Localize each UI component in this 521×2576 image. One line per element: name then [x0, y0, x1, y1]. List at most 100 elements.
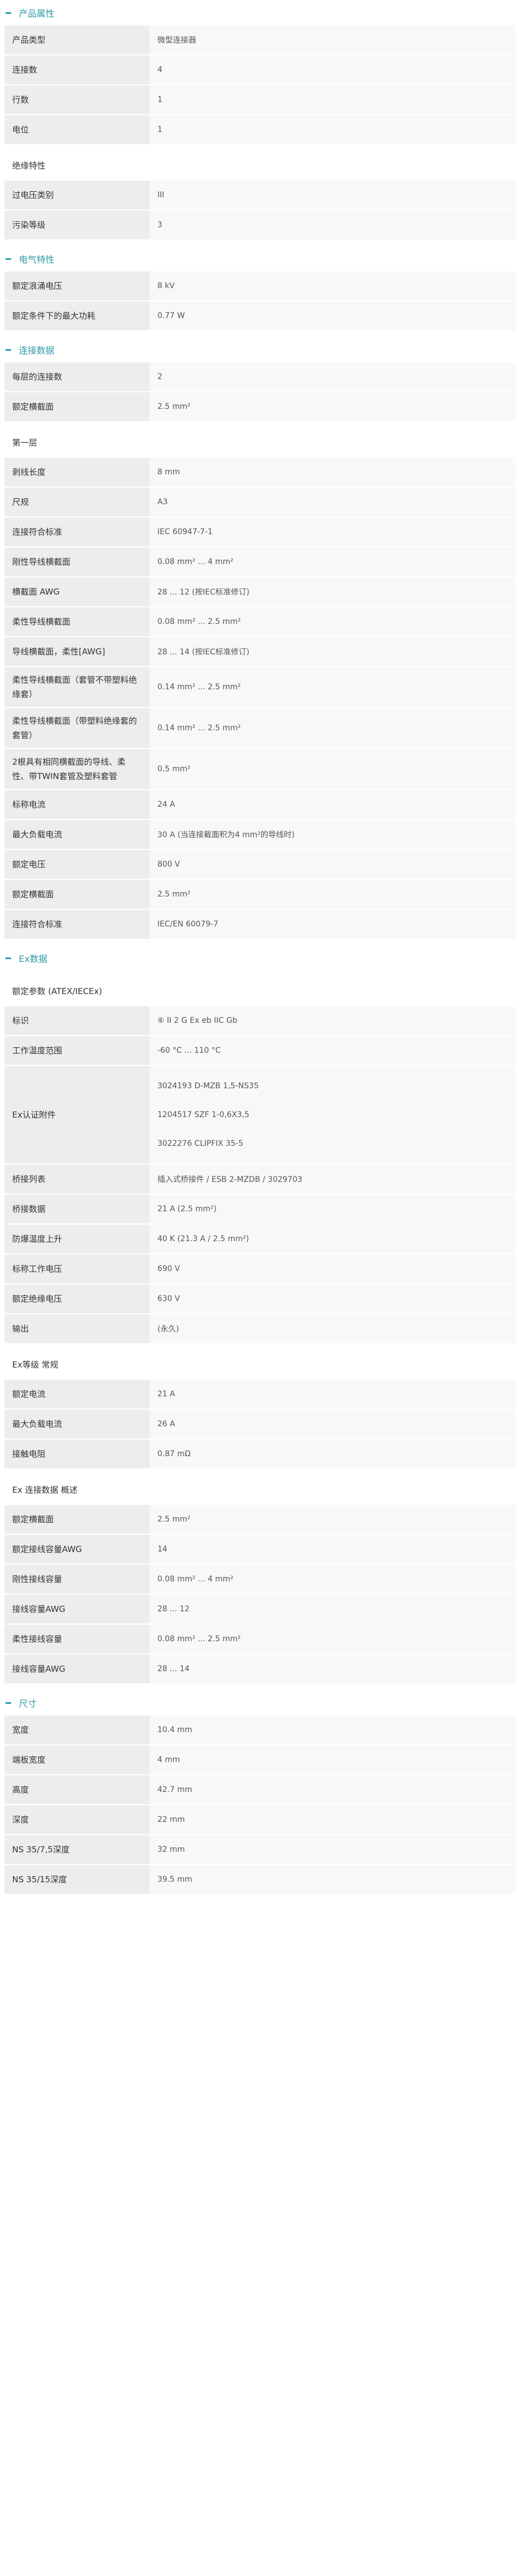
collapse-dash-icon[interactable]	[6, 258, 11, 260]
spec-value: 800 V	[150, 850, 515, 879]
spec-row: 连接符合标准 IEC 60947-7-1	[4, 518, 515, 547]
section-title: 电气特性	[19, 254, 55, 265]
spec-label: 尺规	[4, 488, 150, 516]
spec-row: 输出 (永久)	[4, 1314, 515, 1344]
spec-value-line: 3024193 D-MZB 1,5-NS35	[157, 1082, 259, 1090]
spec-label: 桥接列表	[4, 1165, 150, 1194]
spec-value-line: 21 A	[157, 1390, 175, 1399]
spec-value: 8 kV	[150, 272, 515, 300]
spec-value-line: 0.5 mm²	[157, 765, 191, 774]
spec-row: 电位 1	[4, 115, 515, 145]
spec-value-line: 14	[157, 1545, 167, 1554]
spec-row: 每层的连接数 2	[4, 362, 515, 392]
spec-row: 2根具有相同横截面的导线、柔性、带TWIN套管及塑料套管 0.5 mm²	[4, 749, 515, 790]
spec-value-line: 8 mm	[157, 468, 180, 477]
spec-value-line: 800 V	[157, 860, 180, 869]
spec-label: 深度	[4, 1805, 150, 1834]
spec-label: 最大负载电流	[4, 820, 150, 849]
spec-row: 柔性接线容量 0.08 mm² ... 2.5 mm²	[4, 1625, 515, 1655]
spec-row: 防爆温度上升 40 K (21.3 A / 2.5 mm²)	[4, 1225, 515, 1254]
product-spec-page: 产品属性 产品类型 微型连接器 连接数 4 行数 1 电位 1 绝缘特性 过电压类别 III 污染等级 3…	[0, 0, 521, 1895]
spec-value-line: -60 °C ... 110 °C	[157, 1046, 221, 1055]
spec-label: 柔性接线容量	[4, 1625, 150, 1653]
spec-value: IEC/EN 60079-7	[150, 910, 515, 939]
section-header[interactable]: 电气特性	[0, 246, 521, 272]
spec-value-line: 0.08 mm² ... 2.5 mm²	[157, 617, 241, 626]
spec-value: ⑥ II 2 G Ex eb IIC Gb	[150, 1006, 515, 1035]
subsection-title: 第一层	[12, 437, 38, 448]
collapse-dash-icon[interactable]	[6, 12, 11, 14]
spec-row: 接线容量AWG 28 ... 12	[4, 1595, 515, 1625]
spec-label: 端板宽度	[4, 1745, 150, 1774]
spec-value: 0.14 mm² ... 2.5 mm²	[150, 667, 515, 707]
subsection-title: Ex等级 常规	[12, 1359, 59, 1370]
spec-value-line: ⑥ II 2 G Ex eb IIC Gb	[157, 1016, 238, 1025]
section-header[interactable]: Ex数据	[0, 945, 521, 971]
spec-label: 额定电流	[4, 1380, 150, 1409]
spec-row: 连接数 4	[4, 55, 515, 85]
section-header[interactable]: 产品属性	[0, 0, 521, 25]
spec-label: 输出	[4, 1314, 150, 1343]
spec-value: III	[150, 181, 515, 209]
spec-label: 标称工作电压	[4, 1254, 150, 1283]
spec-label: 刚性导线横截面	[4, 547, 150, 576]
section-title: Ex数据	[19, 954, 48, 964]
spec-row: Ex认证附件 3024193 D-MZB 1,5-NS35 1204517 SZF …	[4, 1066, 515, 1165]
spec-label: 工作温度范围	[4, 1036, 150, 1065]
section-header[interactable]: 连接数据	[0, 337, 521, 362]
collapse-dash-icon[interactable]	[6, 1702, 11, 1704]
spec-value: -60 °C ... 110 °C	[150, 1036, 515, 1065]
spec-row: 桥接列表 插入式桥接件 / ESB 2-MZDB / 3029703	[4, 1165, 515, 1195]
spec-value-line: 2.5 mm²	[157, 1515, 191, 1524]
spec-label: 2根具有相同横截面的导线、柔性、带TWIN套管及塑料套管	[4, 749, 150, 789]
spec-value-line: 28 ... 12 (按IEC标准修订)	[157, 588, 250, 597]
spec-value-line: 2.5 mm²	[157, 402, 191, 411]
spec-value: 4	[150, 55, 515, 84]
spec-label: 额定接线容量AWG	[4, 1535, 150, 1564]
spec-label: 接触电阻	[4, 1440, 150, 1468]
spec-label: Ex认证附件	[4, 1066, 150, 1164]
spec-value-line: 0.08 mm² ... 4 mm²	[157, 557, 234, 566]
spec-value-line: 39.5 mm	[157, 1875, 192, 1884]
spec-value: 0.5 mm²	[150, 749, 515, 789]
spec-value-line: 26 A	[157, 1420, 175, 1428]
section-header[interactable]: 尺寸	[0, 1690, 521, 1715]
spec-value-line: 30 A (当连接截面积为4 mm²的导线时)	[157, 831, 295, 839]
spec-row: 行数 1	[4, 85, 515, 115]
spec-label: 柔性导线横截面	[4, 607, 150, 636]
spec-row: 柔性导线横截面（套管不带塑料绝缘套） 0.14 mm² ... 2.5 mm²	[4, 667, 515, 708]
spec-value: 21 A (2.5 mm²)	[150, 1195, 515, 1223]
spec-row: NS 35/15深度 39.5 mm	[4, 1865, 515, 1895]
collapse-dash-icon[interactable]	[6, 957, 11, 959]
spec-value-line: 40 K (21.3 A / 2.5 mm²)	[157, 1235, 249, 1243]
spec-label: NS 35/7,5深度	[4, 1835, 150, 1864]
spec-label: 防爆温度上升	[4, 1225, 150, 1253]
spec-value: 21 A	[150, 1380, 515, 1409]
spec-value: 10.4 mm	[150, 1715, 515, 1744]
spec-label: 连接数	[4, 55, 150, 84]
spec-value-line: 690 V	[157, 1264, 180, 1273]
spec-label: NS 35/15深度	[4, 1865, 150, 1894]
collapse-dash-icon[interactable]	[6, 349, 11, 351]
spec-label: 导线横截面，柔性[AWG]	[4, 637, 150, 666]
spec-row: 额定接线容量AWG 14	[4, 1535, 515, 1565]
spec-value: 32 mm	[150, 1835, 515, 1864]
spec-label: 柔性导线横截面（套管不带塑料绝缘套）	[4, 667, 150, 707]
spec-value: 630 V	[150, 1284, 515, 1313]
spec-value: 690 V	[150, 1254, 515, 1283]
spec-label: 额定横截面	[4, 392, 150, 421]
spec-value-line: 24 A	[157, 800, 175, 809]
spec-row: 刚性接线容量 0.08 mm² ... 4 mm²	[4, 1565, 515, 1595]
spec-value: 14	[150, 1535, 515, 1564]
spec-value: (永久)	[150, 1314, 515, 1343]
spec-label: 接线容量AWG	[4, 1595, 150, 1624]
spec-label: 额定横截面	[4, 1505, 150, 1534]
spec-row: 额定横截面 2.5 mm²	[4, 1505, 515, 1535]
spec-row: 标称电流 24 A	[4, 790, 515, 820]
spec-row: 柔性导线横截面（带塑料绝缘套的套管） 0.14 mm² ... 2.5 mm²	[4, 708, 515, 749]
spec-row: 产品类型 微型连接器	[4, 25, 515, 55]
spec-value: 28 ... 12	[150, 1595, 515, 1624]
spec-value: 39.5 mm	[150, 1865, 515, 1894]
spec-label: 额定横截面	[4, 880, 150, 909]
spec-value-line: 1	[157, 95, 162, 104]
